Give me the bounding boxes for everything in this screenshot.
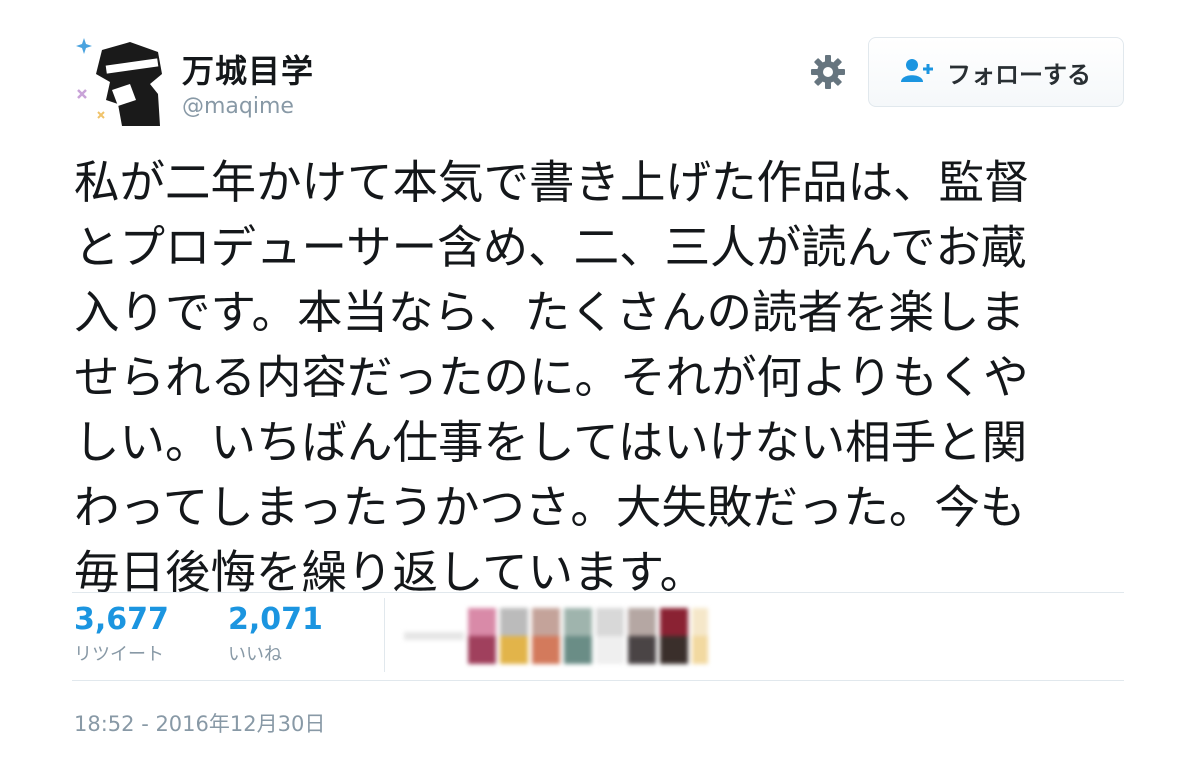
timestamp[interactable]: 18:52 - 2016年12月30日	[74, 708, 325, 738]
blurred-avatar[interactable]	[468, 608, 496, 664]
tweet-text-line: 私が二年かけて本気で書き上げた作品は、監督	[74, 156, 1030, 209]
blurred-avatar[interactable]	[628, 608, 656, 664]
tweet-text-line: 毎日後悔を繰り返しています。	[74, 546, 706, 599]
stats-separator	[384, 598, 385, 672]
blurred-avatar[interactable]	[660, 608, 688, 664]
gear-icon[interactable]	[808, 52, 848, 92]
follow-button-label: フォローする	[947, 60, 1091, 89]
likers-avatar-list	[404, 606, 708, 666]
retweet-stat[interactable]: 3,677 リツイート	[74, 602, 169, 666]
tweet-text-line: 入りです。本当なら、たくさんの読者を楽しま	[74, 286, 1025, 339]
screen-name[interactable]: @maqime	[182, 94, 294, 119]
add-user-icon	[901, 57, 935, 87]
divider	[72, 592, 1124, 593]
retweet-count: 3,677	[74, 602, 169, 637]
follow-button[interactable]: フォローする	[868, 37, 1124, 107]
blurred-avatar[interactable]	[532, 608, 560, 664]
retweet-label: リツイート	[74, 644, 164, 665]
tweet-text-line: しい。いちばん仕事をしてはいけない相手と関	[74, 416, 1028, 469]
tweet-text: 私が二年かけて本気で書き上げた作品は、監督 とプロデューサー含め、二、三人が読ん…	[74, 150, 1134, 605]
like-stat[interactable]: 2,071 いいね	[228, 602, 323, 666]
like-count: 2,071	[228, 602, 323, 637]
blurred-avatar[interactable]	[596, 608, 624, 664]
blurred-avatar	[404, 632, 464, 640]
tweet-text-line: せられる内容だったのに。それが何よりもくや	[74, 351, 1029, 404]
like-label: いいね	[228, 644, 282, 665]
tweet-text-line: とプロデューサー含め、二、三人が読んでお蔵	[74, 221, 1027, 274]
avatar-image	[72, 34, 168, 130]
blurred-avatar[interactable]	[692, 608, 708, 664]
blurred-avatar[interactable]	[500, 608, 528, 664]
tweet-text-line: わってしまったうかつさ。大失敗だった。今も	[74, 481, 1026, 534]
tweet-card: 万城目学 @maqime フォローする 私が二年かけて本気で書き上げた作品は、監…	[0, 0, 1200, 763]
divider	[72, 680, 1124, 681]
avatar[interactable]	[72, 34, 168, 130]
blurred-avatar[interactable]	[564, 608, 592, 664]
display-name[interactable]: 万城目学	[182, 46, 314, 92]
